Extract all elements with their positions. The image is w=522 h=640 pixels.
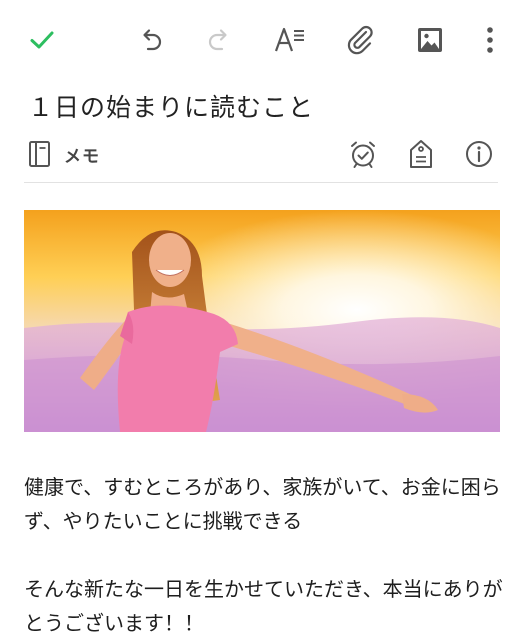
undo-button[interactable] <box>130 20 170 60</box>
text-format-icon <box>274 27 304 52</box>
image-icon <box>418 28 442 52</box>
note-image[interactable] <box>24 210 500 432</box>
header-divider <box>24 182 498 183</box>
more-options-button[interactable] <box>470 20 510 60</box>
redo-icon <box>208 29 227 51</box>
note-paragraph: 健康で、すむところがあり、家族がいて、お金に困らず、やりたいことに挑戦できる <box>24 475 501 533</box>
note-paragraph: そんな新たな一日を生かせていただき、本当にありがとうございます！！ <box>24 577 503 635</box>
woman-sunset-photo <box>24 210 500 432</box>
insert-image-button[interactable] <box>410 20 450 60</box>
note-body[interactable]: 健康で、すむところがあり、家族がいて、お金に困らず、やりたいことに挑戦できる そ… <box>24 470 504 640</box>
note-title[interactable]: １日の始まりに読むこと <box>28 88 314 124</box>
undo-icon <box>143 29 162 51</box>
attach-button[interactable] <box>340 20 380 60</box>
info-icon <box>466 141 492 167</box>
checkmark-icon <box>30 31 54 49</box>
notebook-selector[interactable]: メモ <box>28 140 100 168</box>
done-button[interactable] <box>22 20 62 60</box>
more-vertical-icon <box>487 27 493 53</box>
tag-icon <box>410 140 432 168</box>
paperclip-icon <box>347 25 373 55</box>
info-button[interactable] <box>462 136 496 172</box>
reminder-button[interactable] <box>346 136 380 172</box>
notebook-icon <box>29 141 50 167</box>
tag-button[interactable] <box>404 136 438 172</box>
note-meta-row: メモ <box>0 132 522 178</box>
note-toolbar <box>0 0 522 82</box>
redo-button[interactable] <box>200 20 240 60</box>
alarm-clock-icon <box>351 141 375 168</box>
text-format-button[interactable] <box>270 20 310 60</box>
notebook-name: メモ <box>64 146 100 167</box>
